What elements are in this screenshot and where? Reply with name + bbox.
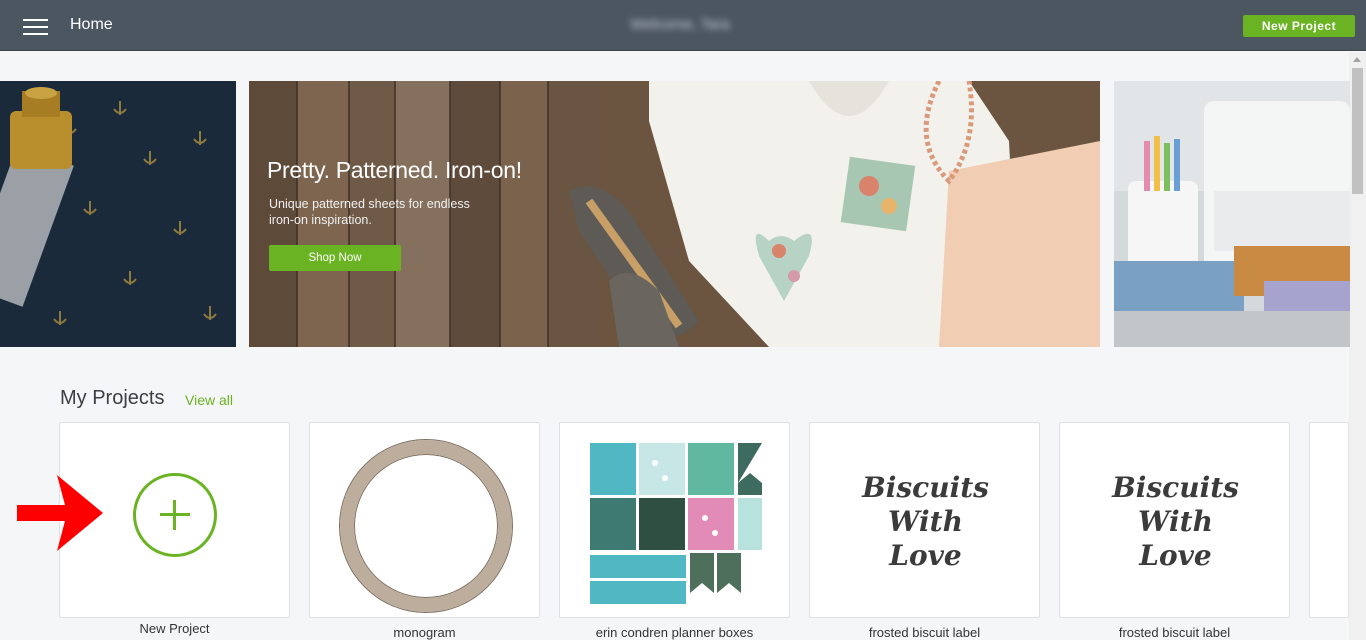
shop-now-button[interactable]: Shop Now <box>269 245 401 271</box>
planner-boxes-thumbnail <box>590 443 762 604</box>
carousel-slide-previous[interactable] <box>0 81 236 347</box>
art-line-1: Biscuits <box>1112 471 1239 504</box>
project-card-biscuit-label-2[interactable]: Biscuits With Love <box>1059 422 1290 618</box>
banner-title: Pretty. Patterned. Iron-on! <box>267 157 522 183</box>
new-project-button[interactable]: New Project <box>1243 15 1355 37</box>
view-all-link[interactable]: View all <box>185 392 233 408</box>
biscuit-label-art: Biscuits With Love <box>810 471 1039 573</box>
top-bar: Home Welcome, Tara New Project <box>0 0 1366 51</box>
art-line-3: Love <box>1139 539 1212 572</box>
art-line-1: Biscuits <box>862 471 989 504</box>
card-label-monogram: monogram <box>393 625 456 640</box>
cutting-machine-image <box>1114 81 1350 347</box>
banner-subtitle: Unique patterned sheets for endless iron… <box>269 196 509 228</box>
page-title: Home <box>70 16 113 33</box>
card-label-planner-boxes: erin condren planner boxes <box>595 625 754 640</box>
hamburger-menu-icon[interactable] <box>23 18 48 36</box>
vertical-scrollbar[interactable] <box>1349 52 1366 640</box>
card-label-biscuit-2: frosted biscuit label <box>1118 625 1231 640</box>
art-line-3: Love <box>889 539 962 572</box>
carousel-slide-next[interactable] <box>1114 81 1350 347</box>
my-projects-heading: My Projects <box>60 387 165 409</box>
plus-icon[interactable] <box>133 473 217 557</box>
banner-subtitle-line1: Unique patterned sheets for endless <box>269 197 470 211</box>
scrollbar-thumb[interactable] <box>1352 68 1363 194</box>
art-line-2: With <box>888 505 963 538</box>
red-arrow-annotation-icon <box>17 475 103 551</box>
card-label-new-project: New Project <box>139 621 210 636</box>
scroll-up-arrow-icon[interactable] <box>1353 57 1361 62</box>
card-label-biscuit-1: frosted biscuit label <box>868 625 981 640</box>
project-card-planner-boxes[interactable] <box>559 422 790 618</box>
project-card-partial[interactable] <box>1309 422 1349 618</box>
biscuit-label-art: Biscuits With Love <box>1060 471 1289 573</box>
banner-subtitle-line2: iron-on inspiration. <box>269 213 372 227</box>
art-line-2: With <box>1138 505 1213 538</box>
project-card-biscuit-label-1[interactable]: Biscuits With Love <box>809 422 1040 618</box>
anchor-pattern-image <box>0 81 236 347</box>
carousel-slide-active[interactable]: Pretty. Patterned. Iron-on! Unique patte… <box>249 81 1100 347</box>
monogram-ring-thumbnail <box>340 440 512 612</box>
project-card-monogram[interactable] <box>309 422 540 618</box>
welcome-text: Welcome, Tara <box>630 16 730 33</box>
